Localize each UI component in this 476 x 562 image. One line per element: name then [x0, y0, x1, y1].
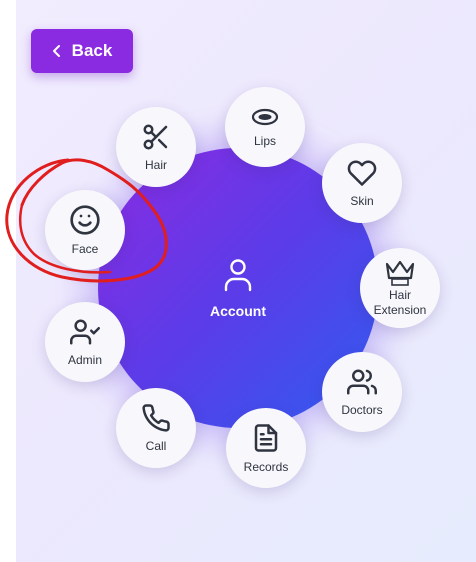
face-button[interactable]: Face	[45, 190, 125, 270]
hair-button[interactable]: Hair	[116, 107, 196, 187]
heart-icon	[346, 158, 378, 188]
user-icon	[223, 258, 253, 297]
users-icon	[346, 367, 378, 397]
hair-extension-label: Hair Extension	[373, 288, 427, 317]
admin-button[interactable]: Admin	[45, 302, 125, 382]
call-button[interactable]: Call	[116, 388, 196, 468]
doctors-button[interactable]: Doctors	[322, 352, 402, 432]
face-label: Face	[71, 241, 99, 256]
account-label: Account	[210, 302, 266, 319]
lips-label: Lips	[253, 133, 276, 148]
lips-icon	[250, 106, 280, 128]
smile-icon	[69, 204, 101, 236]
scissors-icon	[141, 122, 171, 152]
admin-label: Admin	[67, 352, 102, 367]
chevron-left-icon	[52, 44, 62, 58]
hair-label: Hair	[144, 157, 167, 172]
hair-extension-button[interactable]: Hair Extension	[360, 248, 440, 328]
skin-label: Skin	[350, 193, 374, 208]
back-button[interactable]: Back	[31, 29, 133, 73]
call-label: Call	[145, 438, 167, 453]
doctors-label: Doctors	[341, 402, 383, 417]
user-check-icon	[69, 317, 101, 347]
records-label: Records	[243, 459, 289, 474]
back-label: Back	[71, 41, 113, 60]
file-text-icon	[251, 422, 281, 454]
skin-button[interactable]: Skin	[322, 143, 402, 223]
phone-icon	[141, 403, 171, 433]
crown-icon	[383, 258, 417, 286]
lips-button[interactable]: Lips	[225, 87, 305, 167]
records-button[interactable]: Records	[226, 408, 306, 488]
